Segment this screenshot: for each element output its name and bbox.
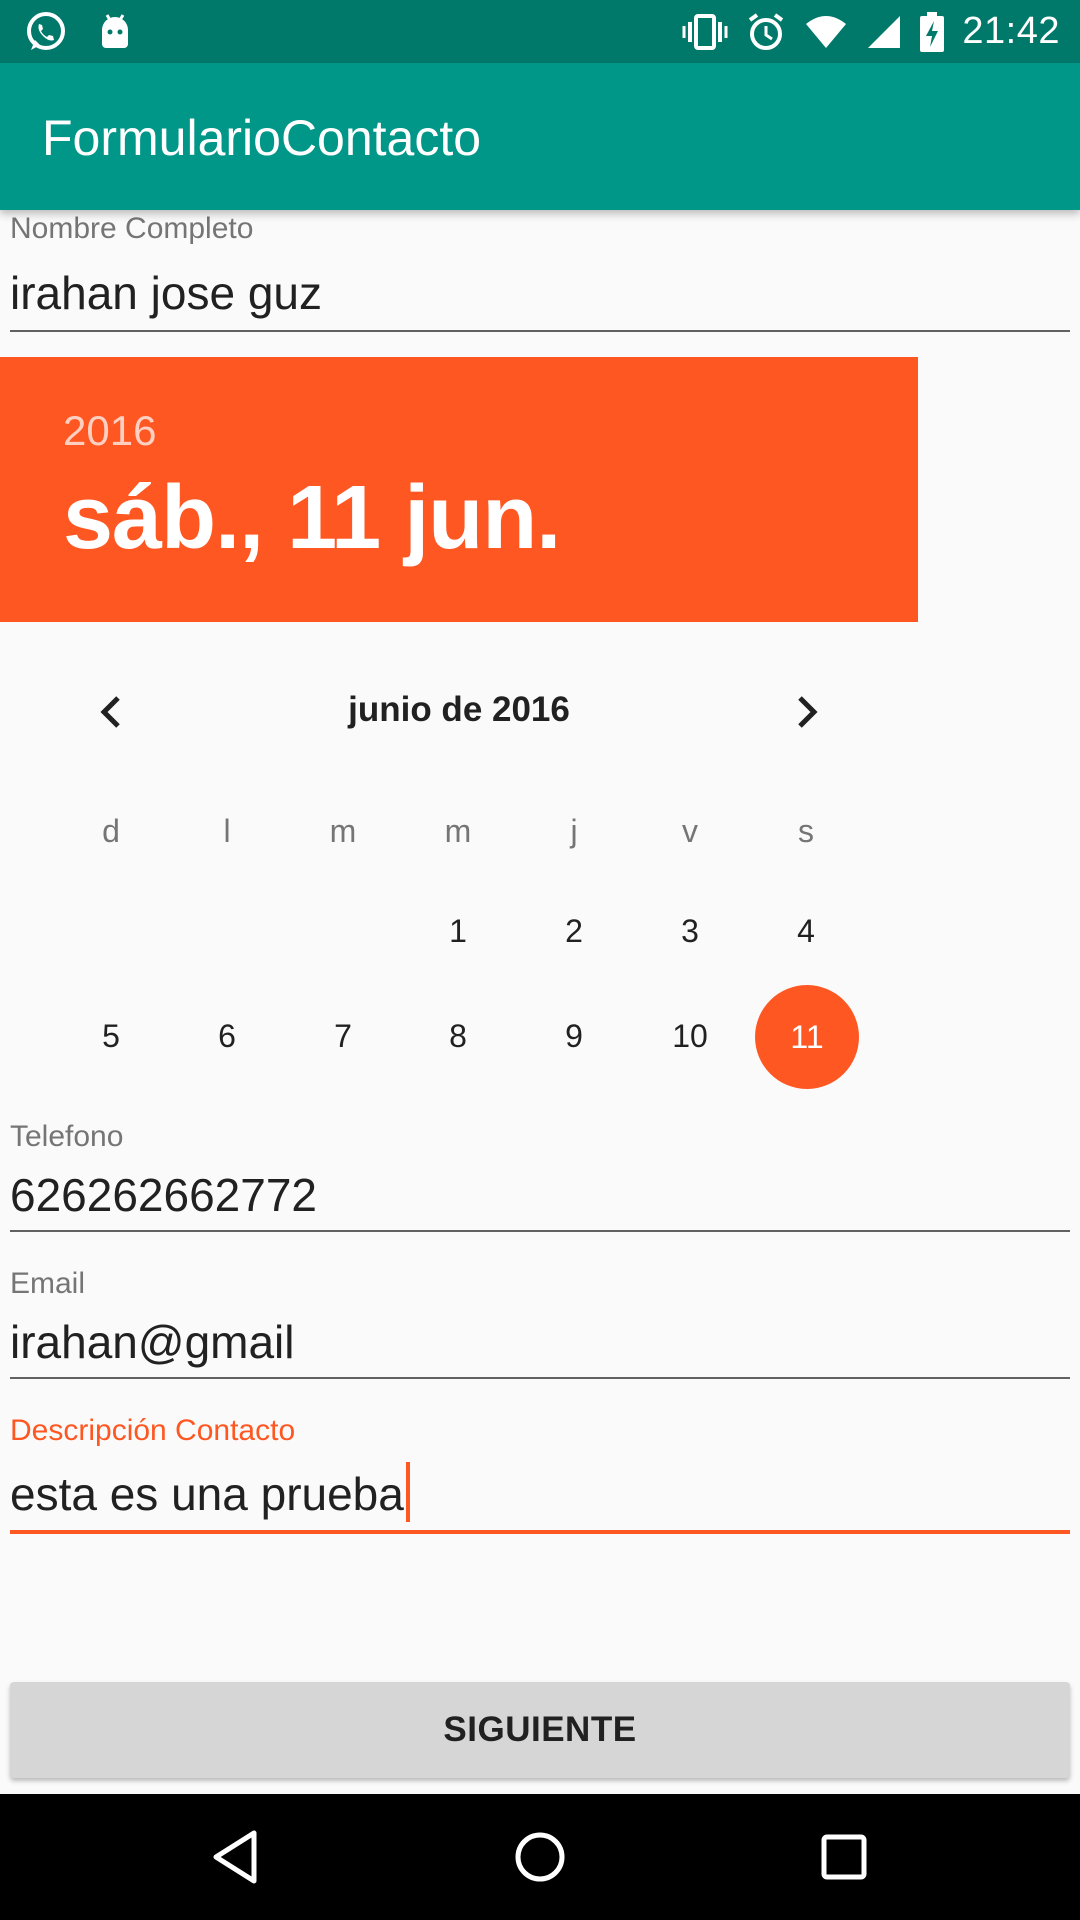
calendar-day[interactable]: 10 [632, 1018, 748, 1055]
weekday-header: s [798, 813, 814, 849]
back-triangle-icon [213, 1830, 257, 1884]
weekday-header: j [570, 813, 578, 849]
calendar-day[interactable]: 7 [285, 1018, 401, 1055]
home-circle-icon [515, 1832, 565, 1882]
calendar-day-selected[interactable]: 11 [755, 985, 859, 1089]
status-bar: 21:42 [0, 0, 1080, 63]
description-field-underline [10, 1530, 1070, 1534]
recents-square-icon [821, 1834, 867, 1880]
date-picker-year[interactable]: 2016 [63, 407, 156, 455]
clock: 21:42 [962, 10, 1060, 52]
calendar-day[interactable]: 5 [53, 1018, 169, 1055]
name-input[interactable]: irahan jose guz [10, 266, 1070, 320]
calendar-day[interactable]: 6 [169, 1018, 285, 1055]
vibrate-icon [682, 12, 728, 52]
email-field[interactable]: Email irahan@gmail [10, 1267, 1070, 1379]
signal-icon [866, 14, 902, 50]
calendar-day[interactable]: 2 [516, 913, 632, 950]
name-field-underline [10, 330, 1070, 332]
calendar-day[interactable]: 9 [516, 1018, 632, 1055]
app-title: FormularioContacto [42, 110, 482, 166]
next-month-button[interactable] [774, 680, 838, 744]
battery-charging-icon [920, 11, 945, 52]
date-picker-header: 2016 sáb., 11 jun. [0, 357, 918, 622]
description-field[interactable]: Descripción Contacto esta es una prueba [10, 1414, 1070, 1534]
weekday-header: l [223, 813, 231, 849]
email-input[interactable]: irahan@gmail [10, 1315, 1070, 1369]
navigation-bar [0, 1794, 1080, 1920]
app-bar: FormularioContacto [0, 63, 1080, 210]
whatsapp-icon [24, 10, 68, 54]
phone-field[interactable]: Telefono 626262662772 [10, 1120, 1070, 1232]
chevron-right-icon [798, 696, 818, 728]
text-cursor [405, 1462, 410, 1522]
alarm-icon [746, 12, 786, 52]
description-input[interactable]: esta es una prueba [10, 1462, 1070, 1522]
email-field-underline [10, 1377, 1070, 1379]
email-field-label: Email [10, 1267, 86, 1300]
phone-field-label: Telefono [10, 1120, 124, 1153]
name-field[interactable]: Nombre Completo irahan jose guz [10, 212, 1070, 332]
recents-button[interactable] [812, 1825, 876, 1889]
date-picker-selected-date[interactable]: sáb., 11 jun. [63, 467, 561, 570]
phone-field-underline [10, 1230, 1070, 1232]
calendar-day[interactable]: 3 [632, 913, 748, 950]
previous-month-button[interactable] [80, 680, 144, 744]
calendar-day[interactable]: 8 [400, 1018, 516, 1055]
description-input-text: esta es una prueba [10, 1468, 404, 1520]
back-button[interactable] [204, 1825, 268, 1889]
weekday-header: v [682, 813, 698, 849]
chevron-left-icon [100, 696, 120, 728]
description-field-label: Descripción Contacto [10, 1414, 296, 1447]
calendar-day[interactable]: 4 [748, 913, 864, 950]
phone-input[interactable]: 626262662772 [10, 1168, 1070, 1222]
weekday-header: m [444, 813, 472, 849]
android-icon [98, 12, 132, 52]
weekday-header: d [102, 813, 120, 849]
wifi-icon [804, 14, 848, 50]
date-picker-month-label: junio de 2016 [348, 690, 570, 729]
next-button[interactable]: SIGUIENTE [10, 1682, 1070, 1778]
calendar-day[interactable]: 1 [400, 913, 516, 950]
home-button[interactable] [508, 1825, 572, 1889]
weekday-header: m [329, 813, 357, 849]
name-field-label: Nombre Completo [10, 212, 254, 245]
